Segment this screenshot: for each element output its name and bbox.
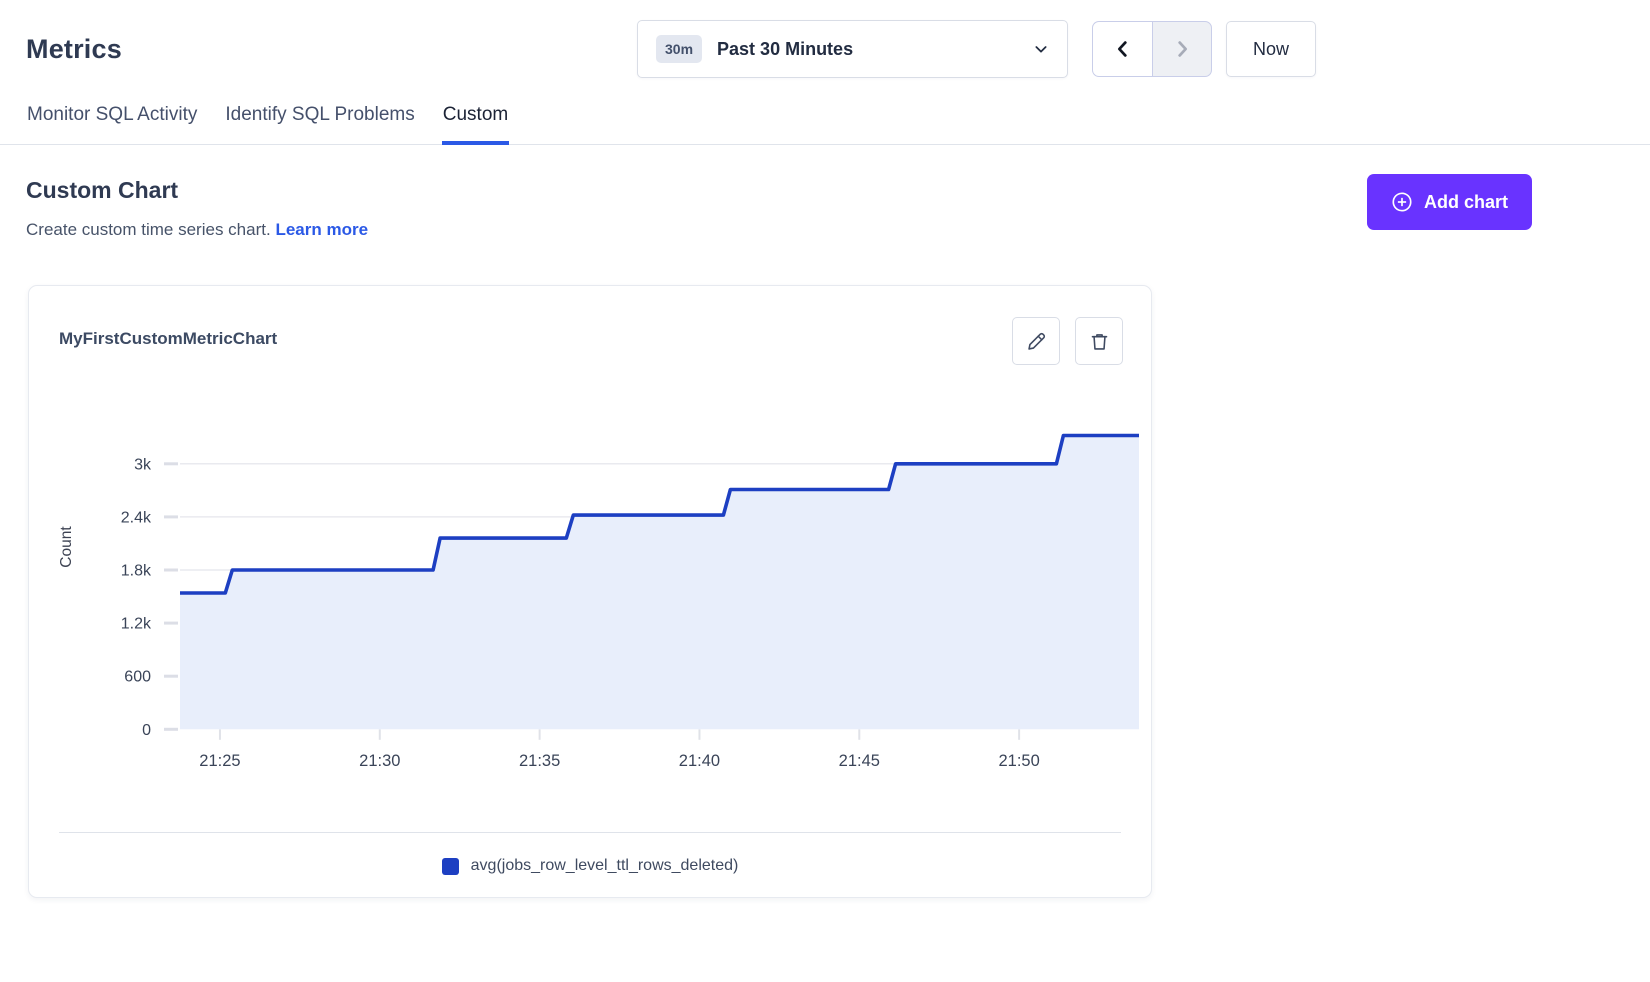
edit-chart-button[interactable] [1012,317,1060,365]
now-button[interactable]: Now [1226,21,1316,77]
time-pager [1092,21,1212,77]
time-range-badge: 30m [656,35,702,63]
tab-monitor-sql-activity[interactable]: Monitor SQL Activity [26,100,198,145]
custom-chart-section-header: Custom Chart Create custom time series c… [0,145,1650,240]
tab-custom[interactable]: Custom [442,100,509,145]
legend-swatch [442,858,459,875]
section-title: Custom Chart [26,177,368,204]
chart-title: MyFirstCustomMetricChart [59,317,277,349]
chevron-left-icon [1112,38,1134,60]
svg-text:600: 600 [124,669,151,686]
tab-identify-sql-problems[interactable]: Identify SQL Problems [224,100,415,145]
add-chart-button[interactable]: Add chart [1367,174,1532,230]
chart-actions [1012,317,1123,365]
chevron-right-icon [1171,38,1193,60]
section-subtitle: Create custom time series chart. Learn m… [26,220,368,240]
time-range-selector[interactable]: 30m Past 30 Minutes [637,20,1068,78]
svg-text:21:30: 21:30 [359,752,400,770]
svg-text:21:50: 21:50 [998,752,1039,770]
top-bar: Metrics 30m Past 30 Minutes Now [0,0,1650,78]
subtitle-text: Create custom time series chart. [26,220,271,239]
svg-text:21:45: 21:45 [839,752,880,770]
chevron-down-icon [1033,41,1049,57]
time-controls: 30m Past 30 Minutes Now [637,20,1316,78]
tab-bar: Monitor SQL Activity Identify SQL Proble… [0,78,1650,145]
delete-chart-button[interactable] [1075,317,1123,365]
legend-series-label: avg(jobs_row_level_ttl_rows_deleted) [471,857,739,875]
svg-text:21:35: 21:35 [519,752,560,770]
pencil-icon [1026,331,1047,352]
plus-circle-icon [1391,191,1413,213]
svg-text:1.8k: 1.8k [121,563,152,580]
svg-text:Count: Count [58,526,75,568]
svg-text:2.4k: 2.4k [121,509,152,526]
time-range-label: Past 30 Minutes [717,39,1033,60]
page-title: Metrics [26,34,122,65]
chart-legend: avg(jobs_row_level_ttl_rows_deleted) [29,857,1151,875]
previous-time-button[interactable] [1092,21,1152,77]
chart-card: MyFirstCustomMetricChart 0 600 1.2k 1.8k 2.4… [28,285,1152,898]
next-time-button[interactable] [1152,21,1212,77]
svg-text:21:40: 21:40 [679,752,720,770]
svg-text:1.2k: 1.2k [121,616,152,633]
svg-text:3k: 3k [134,456,152,473]
learn-more-link[interactable]: Learn more [275,220,368,239]
trash-icon [1089,331,1110,352]
legend-divider [59,832,1121,833]
time-series-chart[interactable]: 0 600 1.2k 1.8k 2.4k 3k 21:25 21:30 21:35 21:40 21… [29,395,1153,777]
svg-text:21:25: 21:25 [199,752,240,770]
svg-text:0: 0 [142,722,151,739]
add-chart-label: Add chart [1424,192,1508,213]
